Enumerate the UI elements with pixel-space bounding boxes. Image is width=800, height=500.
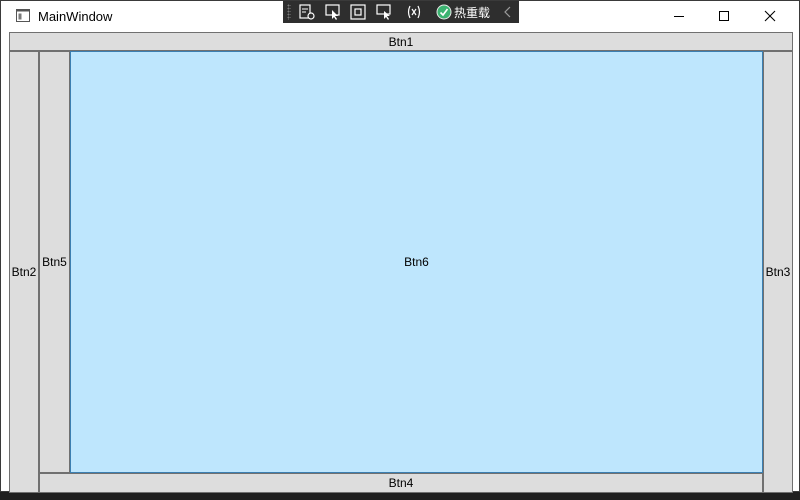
minimize-button[interactable] — [656, 1, 702, 31]
maximize-icon — [719, 11, 729, 21]
display-layout-adorners-button[interactable] — [348, 3, 368, 21]
binding-failures-icon — [407, 5, 421, 19]
hot-reload-status-button[interactable] — [435, 3, 453, 21]
display-layout-adorners-icon — [350, 4, 366, 20]
binding-failures-button[interactable] — [404, 3, 424, 21]
track-focus-button[interactable] — [374, 3, 394, 21]
live-visual-tree-icon — [299, 4, 315, 20]
btn5-button[interactable]: Btn5 — [39, 51, 70, 473]
xaml-debug-toolbar: 热重载 — [283, 1, 519, 23]
select-element-icon — [325, 4, 340, 20]
btn6-button[interactable]: Btn6 — [70, 51, 763, 473]
track-focus-icon — [376, 4, 391, 20]
toolbar-grip[interactable] — [287, 4, 291, 20]
close-icon — [764, 10, 776, 22]
select-element-button[interactable] — [323, 3, 343, 21]
hot-reload-status-icon — [436, 4, 452, 20]
maximize-button[interactable] — [701, 1, 747, 31]
close-button[interactable] — [747, 1, 793, 31]
collapse-chevron-icon — [504, 6, 511, 18]
main-window: MainWindow 热重载 Btn1 Btn2 Btn3 Btn4 Btn5 … — [0, 0, 800, 493]
collapse-toolbar-button[interactable] — [501, 3, 515, 21]
btn3-button[interactable]: Btn3 — [763, 51, 793, 493]
live-visual-tree-button[interactable] — [297, 3, 317, 21]
app-window-icon — [16, 9, 30, 22]
btn2-button[interactable]: Btn2 — [9, 51, 39, 493]
btn4-button[interactable]: Btn4 — [39, 473, 763, 493]
btn1-button[interactable]: Btn1 — [9, 32, 793, 51]
minimize-icon — [674, 16, 684, 17]
window-title: MainWindow — [38, 9, 113, 24]
hot-reload-label[interactable]: 热重载 — [454, 3, 494, 21]
dock-panel: Btn1 Btn2 Btn3 Btn4 Btn5 Btn6 — [9, 32, 793, 493]
